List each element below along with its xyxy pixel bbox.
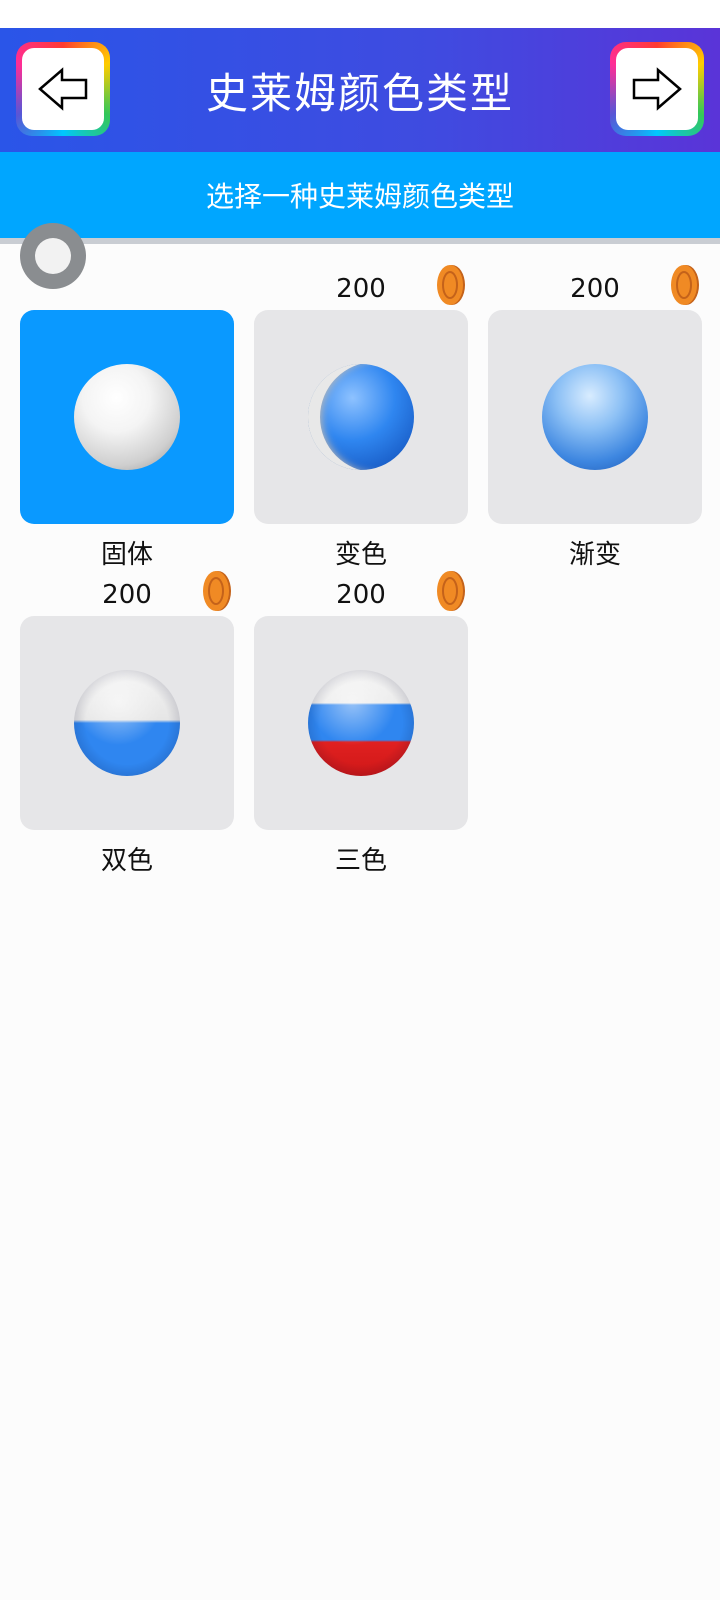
price-row: 200 (254, 264, 468, 310)
radio-toggle[interactable] (20, 223, 86, 289)
coin-icon (671, 265, 699, 305)
type-label: 固体 (100, 540, 153, 570)
white-ball-icon (74, 364, 180, 470)
coin-icon (203, 571, 231, 611)
status-bar (0, 0, 720, 28)
color-changing-ball-icon (308, 364, 414, 470)
type-tile[interactable] (254, 310, 468, 524)
three-color-ball-icon (308, 670, 414, 776)
arrow-left-icon (22, 48, 104, 130)
type-tile[interactable] (20, 310, 234, 524)
header: 史莱姆颜色类型 (0, 28, 720, 152)
type-tile[interactable] (20, 616, 234, 830)
gradient-ball-icon (542, 364, 648, 470)
arrow-right-icon (616, 48, 698, 130)
coin-icon (437, 571, 465, 611)
type-label: 变色 (334, 540, 387, 570)
price-row: 200 (20, 570, 234, 616)
price-row: 200 (254, 570, 468, 616)
coin-icon (437, 265, 465, 305)
type-label: 三色 (334, 846, 387, 876)
type-tile[interactable] (488, 310, 702, 524)
back-button[interactable] (16, 42, 110, 136)
type-tile[interactable] (254, 616, 468, 830)
page-title: 史莱姆颜色类型 (205, 68, 514, 118)
subtitle-banner: 选择一种史莱姆颜色类型 (0, 152, 720, 244)
radio-toggle-dot (35, 238, 71, 274)
price-row: 200 (488, 264, 702, 310)
type-label: 渐变 (568, 540, 621, 570)
forward-button[interactable] (610, 42, 704, 136)
two-color-ball-icon (74, 670, 180, 776)
type-label: 双色 (100, 846, 153, 876)
